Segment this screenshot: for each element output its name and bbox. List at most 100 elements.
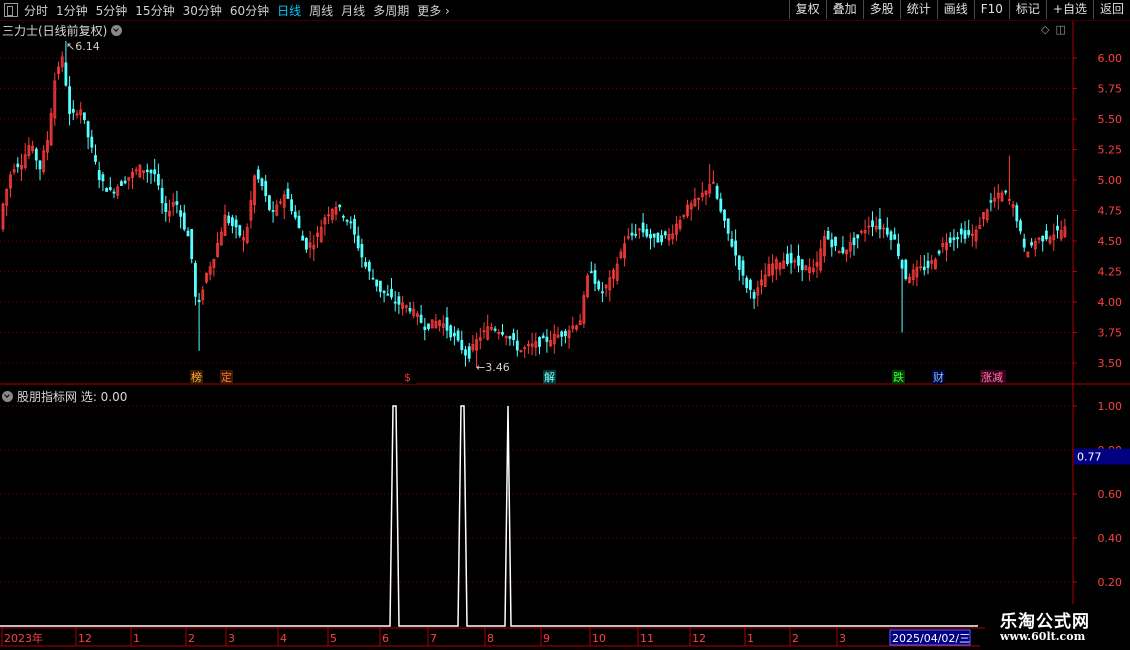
dropdown-circle-icon[interactable] — [2, 391, 13, 402]
candle-body — [345, 219, 349, 222]
candle-body — [341, 215, 345, 218]
period-tab[interactable]: 1分钟 — [56, 2, 88, 19]
toolbar-right-buttons: 复权 叠加 多股 统计 画线 F10 标记 +自选 返回 — [788, 0, 1130, 20]
candle-body — [652, 233, 656, 238]
candle-body — [197, 299, 201, 303]
period-tab[interactable]: 60分钟 — [230, 2, 269, 19]
candles-group — [1, 40, 1067, 368]
high-price-label: ↖6.14 — [66, 40, 100, 53]
layout-icon[interactable] — [4, 3, 18, 17]
price-tick-label: 5.25 — [1098, 144, 1123, 157]
candle-body — [378, 280, 382, 292]
candle-body — [371, 277, 375, 280]
date-tick-label: 3 — [228, 632, 235, 645]
candle-body — [741, 260, 745, 276]
candle-body — [190, 228, 194, 260]
candle-body — [101, 174, 105, 182]
period-tab[interactable]: 周线 — [309, 2, 333, 19]
candle-body — [108, 187, 112, 190]
low-price-label: ←3.46 — [476, 361, 510, 374]
candle-body — [423, 326, 427, 331]
selected-date-label: 2025/04/02/三 — [892, 632, 970, 645]
candle-body — [149, 169, 153, 174]
candle-body — [386, 293, 390, 296]
event-marker-label: 财 — [933, 370, 944, 384]
panel-toggle-icon[interactable]: ◫ — [1055, 23, 1065, 36]
candle-body — [286, 188, 290, 199]
dropdown-circle-icon[interactable] — [111, 25, 123, 36]
date-tick-label: 5 — [330, 632, 337, 645]
candle-body — [1004, 190, 1008, 193]
diamond-icon[interactable]: ◇ — [1041, 23, 1049, 36]
candle-body — [230, 217, 234, 227]
period-tab[interactable]: 分时 — [24, 2, 48, 19]
date-tick-label: 6 — [382, 632, 389, 645]
candle-body — [94, 155, 97, 162]
price-tick-label: 4.00 — [1098, 296, 1123, 309]
candle-body — [564, 330, 567, 337]
candle-body — [649, 234, 652, 239]
candle-body — [493, 328, 497, 331]
main-panel-title[interactable]: 三力士(日线前复权) — [2, 22, 123, 39]
candle-body — [959, 228, 963, 235]
indicator-tick-label: 1.00 — [1098, 400, 1123, 413]
toolbar-button[interactable]: +自选 — [1045, 0, 1093, 19]
price-tick-label: 4.75 — [1098, 205, 1123, 218]
candle-body — [193, 263, 197, 297]
candle-body — [723, 209, 726, 221]
toolbar-button[interactable]: 画线 — [936, 0, 974, 19]
toolbar-button[interactable]: F10 — [973, 0, 1009, 19]
candle-body — [83, 112, 86, 120]
watermark-url: www.60lt.com — [1000, 630, 1086, 643]
candle-body — [641, 222, 645, 233]
candle-body — [841, 247, 845, 254]
event-marker-label: 榜 — [191, 370, 202, 384]
toolbar-button[interactable]: 叠加 — [825, 0, 863, 19]
period-tab[interactable]: 多周期 — [373, 2, 409, 19]
candle-body — [1045, 230, 1048, 240]
candle-body — [745, 277, 749, 289]
date-tick-label: 12 — [692, 632, 706, 645]
candle-body — [852, 237, 856, 246]
candle-body — [826, 230, 830, 240]
indicator-tick-label: 0.60 — [1098, 488, 1123, 501]
panel-corner-icons: ◇ ◫ — [1041, 23, 1066, 36]
date-tick-label: 4 — [280, 632, 287, 645]
candle-body — [786, 253, 789, 264]
candle-body — [397, 296, 401, 305]
toolbar-button[interactable]: 多股 — [862, 0, 900, 19]
period-tab[interactable]: 15分钟 — [135, 2, 174, 19]
candle-body — [752, 292, 756, 299]
period-tab[interactable]: 更多 › — [417, 2, 450, 19]
period-tab[interactable]: 日线 — [277, 2, 301, 19]
candle-body — [634, 233, 638, 236]
candle-body — [97, 170, 101, 181]
candle-body — [353, 218, 356, 235]
candle-body — [112, 191, 116, 194]
date-tick-label: 2 — [792, 632, 799, 645]
toolbar-button[interactable]: 标记 — [1008, 0, 1046, 19]
candle-body — [175, 201, 179, 205]
toolbar-button[interactable]: 统计 — [899, 0, 937, 19]
candle-body — [145, 169, 149, 173]
toolbar-button[interactable]: 返回 — [1092, 0, 1130, 19]
candle-body — [1030, 242, 1033, 246]
price-tick-label: 3.50 — [1098, 357, 1123, 370]
candle-body — [800, 259, 804, 271]
candle-body — [264, 180, 268, 197]
candle-body — [390, 288, 393, 298]
date-tick-label: 9 — [543, 632, 550, 645]
date-tick-label: 11 — [640, 632, 654, 645]
toolbar-button[interactable]: 复权 — [788, 0, 826, 19]
indicator-tick-label: 0.20 — [1098, 576, 1123, 589]
candle-body — [597, 281, 601, 290]
candle-body — [293, 211, 297, 218]
candle-body — [749, 279, 752, 290]
chart-canvas[interactable]: 6.00 5.75 5.50 5.25 5.00 4.75 4.50 4.25 4.00 3.75… — [0, 0, 1130, 650]
period-tab[interactable]: 月线 — [341, 2, 365, 19]
sub-panel-title[interactable]: 股朋指标网 选: 0.00 — [2, 388, 127, 405]
candle-body — [963, 230, 967, 239]
candle-body — [512, 333, 515, 341]
period-tab[interactable]: 30分钟 — [183, 2, 222, 19]
period-tab[interactable]: 5分钟 — [96, 2, 128, 19]
